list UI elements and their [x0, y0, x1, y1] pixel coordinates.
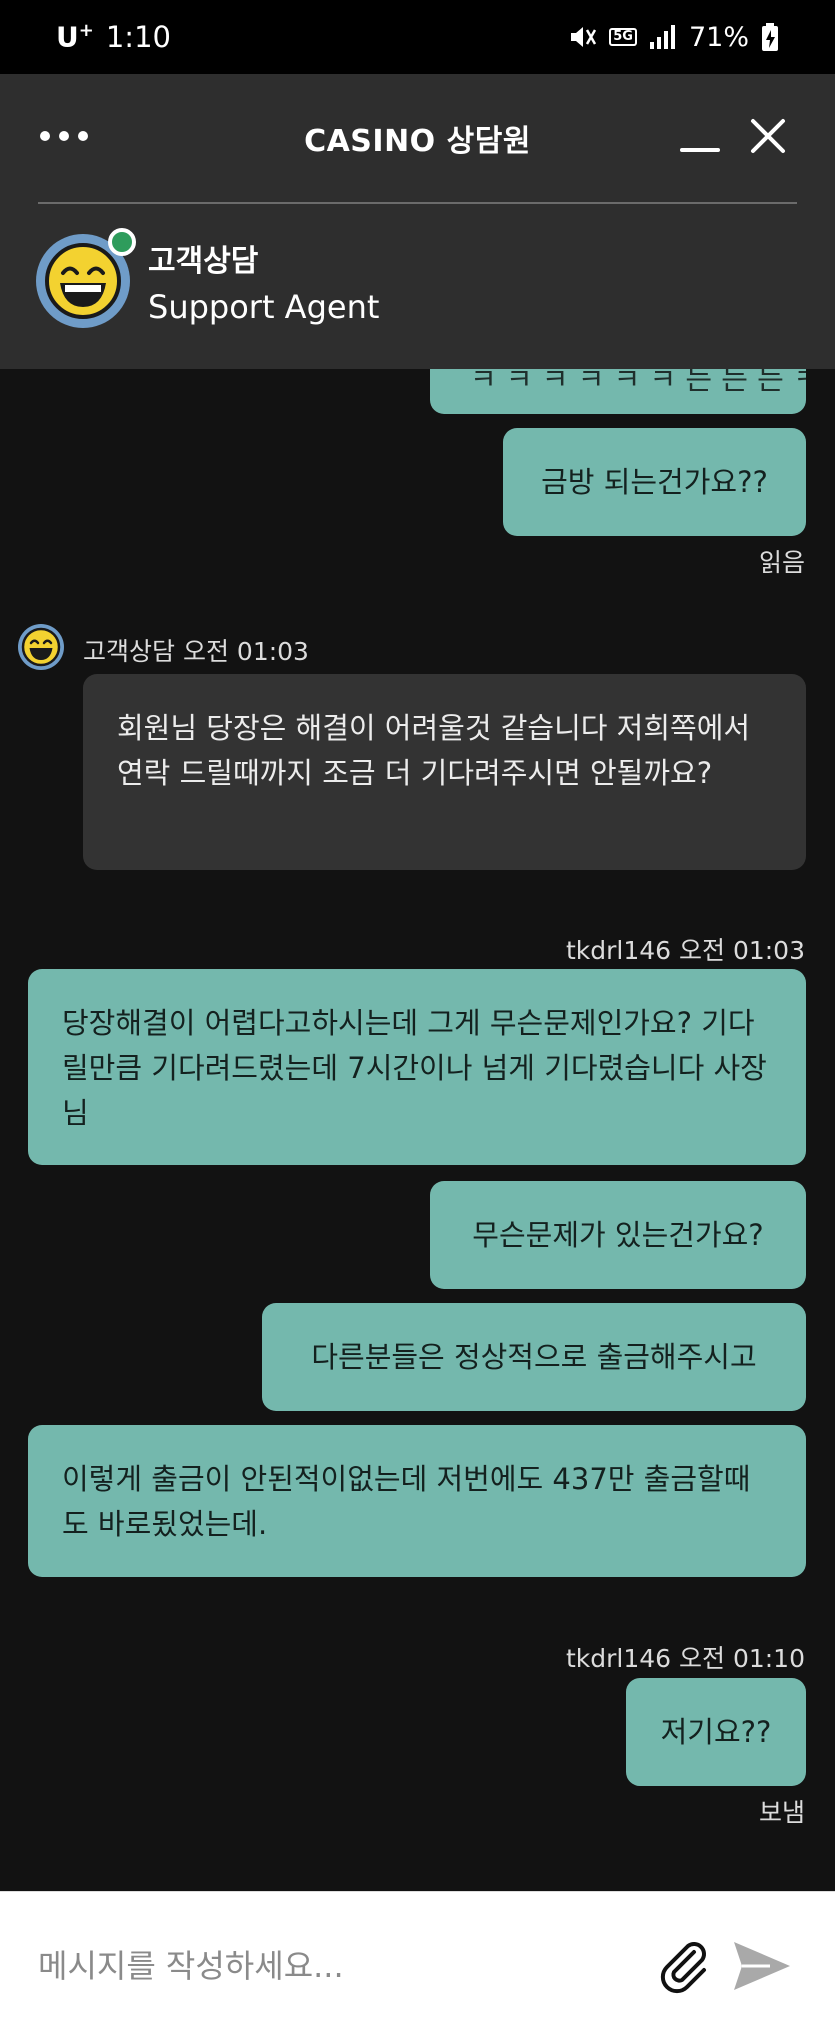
message-meta: tkdrl146 오전 01:03: [565, 936, 805, 965]
message-list[interactable]: ㅋ ㅋ ㅋ ㅋ ㅋ ㅋ 는 는 는 ㅋ 금방 되는건가요?? 읽음 고객상담 오…: [0, 369, 835, 1891]
close-icon[interactable]: [748, 116, 788, 156]
message-composer: [0, 1891, 835, 2042]
message-text: 다른분들은 정상적으로 출금해주시고: [311, 1339, 757, 1374]
signal-icon: [649, 24, 677, 50]
vibrate-mute-icon: [567, 22, 597, 52]
status-right: 5G 71%: [567, 22, 779, 53]
message-meta: 고객상담 오전 01:03: [83, 637, 309, 666]
message-bubble-user: 당장해결이 어렵다고하시는데 그게 무슨문제인가요? 기다릴만큼 기다려드렸는데…: [28, 969, 806, 1165]
chat-header: CASINO 상담원 고객상담 Support Agent: [0, 74, 835, 369]
agent-info: 고객상담 Support Agent: [148, 236, 379, 326]
message-bubble-user: 다른분들은 정상적으로 출금해주시고: [262, 1303, 806, 1411]
agent-profile: 고객상담 Support Agent: [36, 228, 379, 328]
online-status-dot: [108, 228, 136, 256]
agent-role: Support Agent: [148, 288, 380, 326]
header-toolbar: CASINO 상담원: [0, 74, 835, 204]
clock: 1:10: [105, 20, 171, 54]
message-text: 이렇게 출금이 안된적이없는데 저번에도 437만 출금할때도 바로됬었는데.: [62, 1462, 751, 1541]
minimize-icon[interactable]: [678, 118, 720, 158]
chat-screen: U+ 1:10 5G 71% CASINO 상담원 고객상담 Support A…: [0, 0, 835, 2042]
message-input[interactable]: [38, 1936, 598, 1996]
message-bubble-user: 무슨문제가 있는건가요?: [430, 1181, 806, 1289]
message-bubble-user: 이렇게 출금이 안된적이없는데 저번에도 437만 출금할때도 바로됬었는데.: [28, 1425, 806, 1577]
status-left: U+ 1:10: [56, 20, 171, 54]
message-bubble-user: ㅋ ㅋ ㅋ ㅋ ㅋ ㅋ 는 는 는 ㅋ: [430, 369, 806, 414]
carrier-label: U+: [56, 20, 94, 54]
battery-charging-icon: [761, 22, 779, 52]
status-bar: U+ 1:10 5G 71%: [0, 0, 835, 74]
agent-small-avatar: [18, 624, 64, 670]
read-receipt: 읽음: [758, 548, 805, 577]
sent-status: 보냄: [758, 1798, 805, 1827]
network-5g-badge: 5G: [609, 28, 637, 46]
message-text: 당장해결이 어렵다고하시는데 그게 무슨문제인가요? 기다릴만큼 기다려드렸는데…: [62, 1006, 767, 1130]
laughing-face-icon: [45, 243, 121, 319]
send-icon[interactable]: [730, 1936, 794, 1996]
message-text: 무슨문제가 있는건가요?: [472, 1217, 764, 1252]
message-bubble-user: 저기요??: [626, 1678, 806, 1786]
header-divider: [38, 202, 797, 204]
message-text: 저기요??: [660, 1714, 772, 1749]
message-meta: tkdrl146 오전 01:10: [565, 1644, 805, 1673]
agent-name: 고객상담: [148, 244, 259, 279]
battery-percent: 71%: [688, 21, 749, 53]
message-bubble-agent: 회원님 당장은 해결이 어려울것 같습니다 저희쪽에서 연락 드릴때까지 조금 …: [83, 674, 806, 870]
laughing-face-icon: [21, 627, 61, 667]
message-text: 회원님 당장은 해결이 어려울것 같습니다 저희쪽에서 연락 드릴때까지 조금 …: [117, 711, 751, 790]
agent-avatar: [36, 228, 136, 328]
paperclip-icon[interactable]: [654, 1936, 714, 1996]
message-text: 금방 되는건가요??: [541, 464, 768, 499]
message-bubble-user: 금방 되는건가요??: [503, 428, 806, 536]
